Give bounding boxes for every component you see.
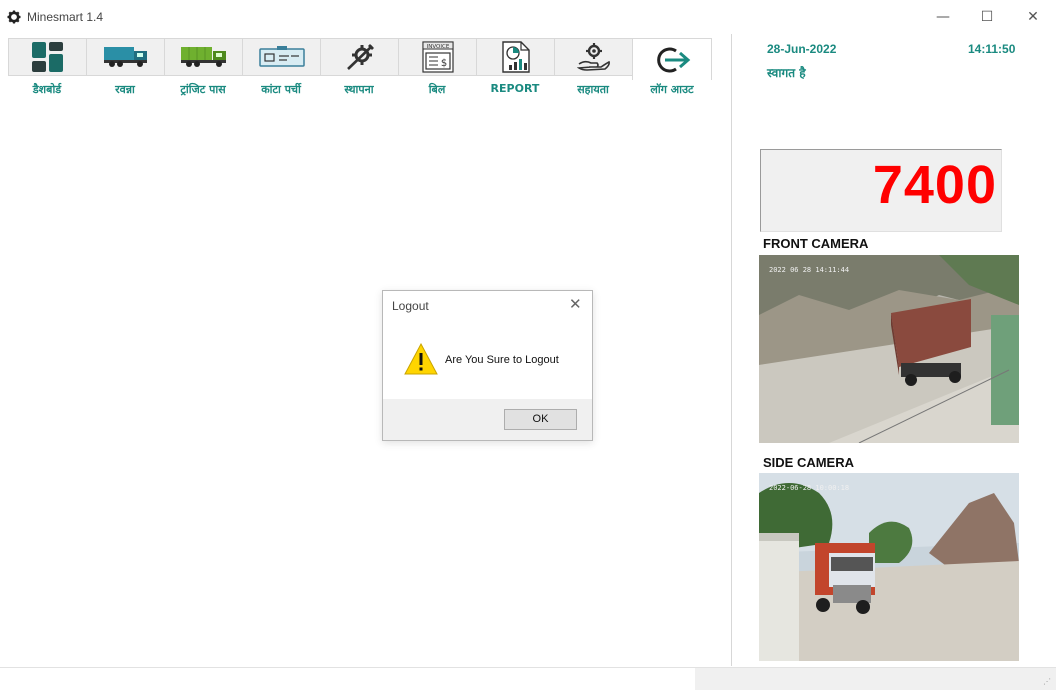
side-camera-label: SIDE CAMERA bbox=[763, 455, 855, 470]
help-hand-gear-icon bbox=[576, 43, 610, 71]
nav-labels: डैशबोर्ड रवन्ना ट्रांजिट पास कांटा पर्ची… bbox=[8, 82, 730, 102]
window-title: Minesmart 1.4 bbox=[27, 10, 104, 24]
invoice-currency: $ bbox=[440, 58, 446, 69]
tab-report-label[interactable]: REPORT bbox=[476, 82, 554, 102]
maximize-button[interactable]: ☐ bbox=[972, 6, 1002, 28]
dialog-message: Are You Sure to Logout bbox=[445, 354, 559, 366]
tab-ravanna-label[interactable]: रवन्ना bbox=[86, 82, 164, 102]
tab-bill-label[interactable]: बिल bbox=[398, 82, 476, 102]
warning-icon bbox=[404, 343, 438, 375]
dialog-title: Logout bbox=[392, 299, 429, 313]
welcome-text: स्वागत है bbox=[767, 66, 806, 80]
logout-dialog: Logout ✕ Are You Sure to Logout OK bbox=[382, 290, 593, 441]
tab-report[interactable] bbox=[476, 38, 554, 76]
tab-transit-pass-label[interactable]: ट्रांजिट पास bbox=[164, 82, 242, 102]
status-bar-panel bbox=[695, 668, 1056, 690]
side-camera-feed: 2022-06-28 10:00:18 bbox=[759, 473, 1019, 661]
front-camera-timestamp: 2022 06 28 14:11:44 bbox=[769, 266, 850, 274]
title-bar: Minesmart 1.4 — ☐ ✕ bbox=[0, 0, 1056, 34]
tab-help[interactable] bbox=[554, 38, 632, 76]
ok-button[interactable]: OK bbox=[504, 409, 577, 430]
invoice-icon: INVOICE $ bbox=[421, 41, 454, 73]
front-camera-label: FRONT CAMERA bbox=[763, 236, 869, 251]
tab-weigh-slip-label[interactable]: कांटा पर्ची bbox=[242, 82, 320, 102]
tab-dashboard[interactable] bbox=[8, 38, 86, 76]
nav-toolbar: INVOICE $ bbox=[8, 38, 730, 80]
tab-setup[interactable] bbox=[320, 38, 398, 76]
dialog-close-button[interactable]: ✕ bbox=[569, 295, 582, 313]
close-window-button[interactable]: ✕ bbox=[1018, 6, 1048, 28]
resize-grip-icon[interactable]: ⋰ bbox=[1043, 677, 1051, 686]
logout-icon bbox=[657, 47, 691, 72]
tab-setup-label[interactable]: स्थापना bbox=[320, 82, 398, 102]
app-gear-icon bbox=[7, 10, 21, 24]
weight-value: 7400 bbox=[872, 155, 997, 215]
minimize-button[interactable]: — bbox=[928, 6, 958, 28]
weigh-slip-icon bbox=[258, 46, 305, 67]
invoice-icon-text: INVOICE bbox=[426, 44, 449, 50]
tab-logout-label[interactable]: लॉग आउट bbox=[632, 82, 712, 102]
current-time: 14:11:50 bbox=[968, 42, 1016, 56]
tab-help-label[interactable]: सहायता bbox=[554, 82, 632, 102]
current-date: 28-Jun-2022 bbox=[767, 42, 837, 56]
front-camera-feed: 2022 06 28 14:11:44 bbox=[759, 255, 1019, 443]
report-icon bbox=[501, 41, 530, 73]
tab-ravanna[interactable] bbox=[86, 38, 164, 76]
side-camera-timestamp: 2022-06-28 10:00:18 bbox=[769, 484, 850, 492]
transit-truck-icon bbox=[180, 47, 226, 67]
dashboard-icon bbox=[31, 42, 63, 72]
dialog-footer: OK bbox=[383, 399, 592, 440]
tools-icon bbox=[346, 44, 374, 70]
status-bar: ⋰ bbox=[0, 667, 1056, 690]
tab-dashboard-label[interactable]: डैशबोर्ड bbox=[8, 82, 86, 102]
tab-weigh-slip[interactable] bbox=[242, 38, 320, 76]
weight-display: 7400 bbox=[760, 149, 1002, 232]
tab-bill[interactable]: INVOICE $ bbox=[398, 38, 476, 76]
tab-transit-pass[interactable] bbox=[164, 38, 242, 76]
main-area: INVOICE $ डैशबोर्ड रवन्ना ट्रांजिट पास क… bbox=[4, 34, 732, 666]
truck-icon bbox=[103, 47, 147, 67]
tab-logout[interactable] bbox=[632, 38, 712, 80]
